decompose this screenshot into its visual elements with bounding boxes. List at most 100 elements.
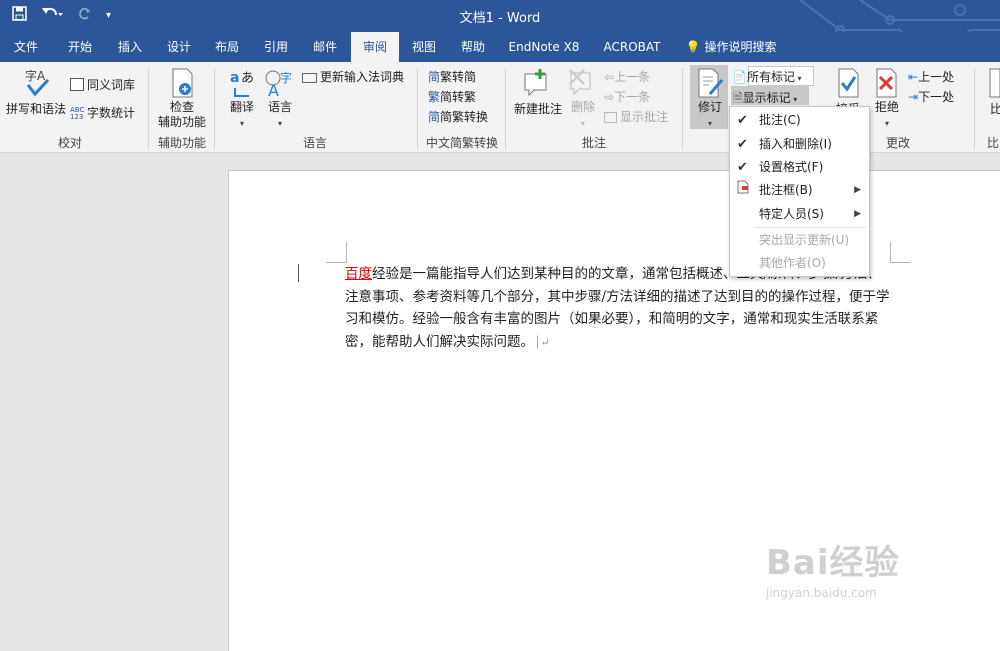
submenu-arrow-icon: ▶ xyxy=(854,209,861,219)
baidu-watermark: Bai经验 jingyan.baidu.com xyxy=(766,535,900,600)
menu-item-label: 设置格式(F) xyxy=(759,160,824,174)
group-separator xyxy=(148,68,149,150)
delete-comment-icon xyxy=(568,68,596,101)
previous-change-button[interactable]: ⇤上一处 xyxy=(908,68,954,85)
svg-text:A: A xyxy=(268,81,279,98)
language-icon: A字 xyxy=(264,68,296,101)
paragraph-mark-icon: │↵ xyxy=(534,335,550,349)
show-comments-icon xyxy=(604,112,617,123)
change-bar xyxy=(298,264,299,282)
next-comment-button[interactable]: ⇨下一条 xyxy=(604,88,650,105)
menu-item-insertions-deletions[interactable]: ✔ 插入和删除(I) xyxy=(730,133,869,156)
chevron-down-icon: ▾ xyxy=(884,119,889,128)
next-change-label: 下一处 xyxy=(918,90,955,104)
tab-endnote[interactable]: EndNote X8 xyxy=(500,32,588,62)
tab-acrobat[interactable]: ACROBAT xyxy=(596,32,668,62)
group-changes-label: 更改 xyxy=(885,136,910,150)
chinese-conversion-label: 简繁转换 xyxy=(440,110,489,124)
tell-me-search[interactable]: 💡 操作说明搜索 xyxy=(678,32,784,62)
previous-comment-label: 上一条 xyxy=(614,70,651,84)
document-link[interactable]: 百度 xyxy=(345,266,372,282)
check-label-1: 检查 xyxy=(169,100,194,114)
reject-button[interactable]: 拒绝 ▾ xyxy=(874,100,900,131)
simp-to-trad-label: 简转繁 xyxy=(440,90,477,104)
corner-mark xyxy=(326,242,347,263)
group-separator xyxy=(417,68,418,150)
svg-text:あ: あ xyxy=(241,71,254,86)
lightbulb-icon: 💡 xyxy=(685,40,701,54)
track-changes-icon xyxy=(696,68,724,101)
tab-mailings[interactable]: 邮件 xyxy=(301,32,349,62)
menu-item-formatting[interactable]: ✔ 设置格式(F) xyxy=(730,156,869,179)
spelling-grammar-button[interactable]: 拼写和语法 xyxy=(6,100,66,117)
menu-item-label: 批注框(B) xyxy=(759,183,813,197)
thesaurus-button[interactable]: 同义词库 xyxy=(70,76,135,93)
chinese-conversion-button[interactable]: 简简繁转换 xyxy=(428,108,488,125)
corner-mark xyxy=(890,242,911,263)
update-ime-dictionary-button[interactable]: 更新输入法词典 xyxy=(302,68,404,85)
accept-icon xyxy=(836,68,862,101)
compare-button[interactable]: 比 xyxy=(990,100,1000,117)
previous-comment-button[interactable]: ⇦上一条 xyxy=(604,68,650,85)
tab-help[interactable]: 帮助 xyxy=(449,32,497,62)
next-comment-icon: ⇨ xyxy=(604,90,615,104)
tab-references[interactable]: 引用 xyxy=(252,32,300,62)
submenu-arrow-icon: ▶ xyxy=(854,185,861,195)
translate-icon: aあ xyxy=(229,68,257,101)
tab-home[interactable]: 开始 xyxy=(56,32,104,62)
menu-separator xyxy=(756,227,866,228)
translate-button[interactable]: 翻译 ▾ xyxy=(230,100,254,131)
delete-label: 删除 xyxy=(571,100,596,114)
word-count-icon: ABC 123 xyxy=(70,106,85,121)
group-chinese-label: 中文简繁转换 xyxy=(425,136,498,150)
menu-item-label: 突出显示更新(U) xyxy=(759,233,850,247)
menu-item-label: 插入和删除(I) xyxy=(759,137,832,151)
delete-comment-button[interactable]: 删除 ▾ xyxy=(571,100,595,131)
group-separator xyxy=(505,68,506,150)
spelling-grammar-icon: 字A xyxy=(24,68,50,101)
menu-item-balloons[interactable]: 批注框(B) ▶ xyxy=(730,179,869,202)
group-compare-label: 比 xyxy=(986,136,999,150)
trad-to-simp-label: 繁转简 xyxy=(440,70,477,84)
tab-review[interactable]: 审阅 xyxy=(351,32,399,62)
next-change-button[interactable]: ⇥下一处 xyxy=(908,88,954,105)
tab-design[interactable]: 设计 xyxy=(155,32,203,62)
new-comment-icon xyxy=(522,68,552,101)
tab-file[interactable]: 文件 xyxy=(0,32,52,62)
show-markup-icon: 🗎 xyxy=(733,91,743,105)
word-count-label: 字数统计 xyxy=(87,106,136,120)
conversion-icon: 简 xyxy=(428,110,441,124)
menu-item-other-authors[interactable]: 其他作者(O) xyxy=(730,252,869,275)
tab-layout[interactable]: 布局 xyxy=(203,32,251,62)
simp-trad-icon: 繁 xyxy=(428,90,441,104)
group-separator xyxy=(974,68,975,150)
menu-item-comments[interactable]: ✔ 批注(C) xyxy=(730,109,869,132)
previous-comment-icon: ⇦ xyxy=(604,70,615,84)
markup-view-combo[interactable]: 📄所有标记 ▾ xyxy=(732,68,802,85)
menu-item-specific-people[interactable]: 特定人员(S) ▶ xyxy=(730,203,869,226)
word-count-button[interactable]: ABC 123 字数统计 xyxy=(70,104,135,121)
menu-item-highlight-updates[interactable]: 突出显示更新(U) xyxy=(730,229,869,252)
check-label-2: 辅助功能 xyxy=(158,115,207,129)
trad-simp-icon: 简 xyxy=(428,70,441,84)
keyboard-icon xyxy=(302,73,317,83)
all-markup-label: 所有标记 xyxy=(746,70,795,84)
check-accessibility-button[interactable]: 检查 辅助功能 xyxy=(158,100,206,130)
new-comment-button[interactable]: 新建批注 xyxy=(514,100,562,117)
tab-view[interactable]: 视图 xyxy=(400,32,448,62)
markup-view-icon: 📄 xyxy=(732,70,747,84)
group-comments-label: 批注 xyxy=(581,136,606,150)
chevron-down-icon: ▾ xyxy=(580,119,585,128)
circuit-decoration xyxy=(799,0,1000,32)
simp-to-trad-button[interactable]: 繁简转繁 xyxy=(428,88,476,105)
menu-item-label: 特定人员(S) xyxy=(759,207,824,221)
tab-insert[interactable]: 插入 xyxy=(106,32,154,62)
show-comments-button[interactable]: 显示批注 xyxy=(604,108,668,125)
trad-to-simp-button[interactable]: 简繁转简 xyxy=(428,68,476,85)
previous-change-icon: ⇤ xyxy=(908,70,919,84)
checkmark-icon: ✔ xyxy=(737,137,748,152)
tell-me-label: 操作说明搜索 xyxy=(704,40,777,54)
document-text: 经验是一篇能指导人们达到某种目的的文章，通常包括概述、工具/原料、步骤/方法、注… xyxy=(345,266,890,350)
language-button[interactable]: 语言 ▾ xyxy=(268,100,292,131)
track-changes-button[interactable]: 修订 ▾ xyxy=(698,100,722,131)
